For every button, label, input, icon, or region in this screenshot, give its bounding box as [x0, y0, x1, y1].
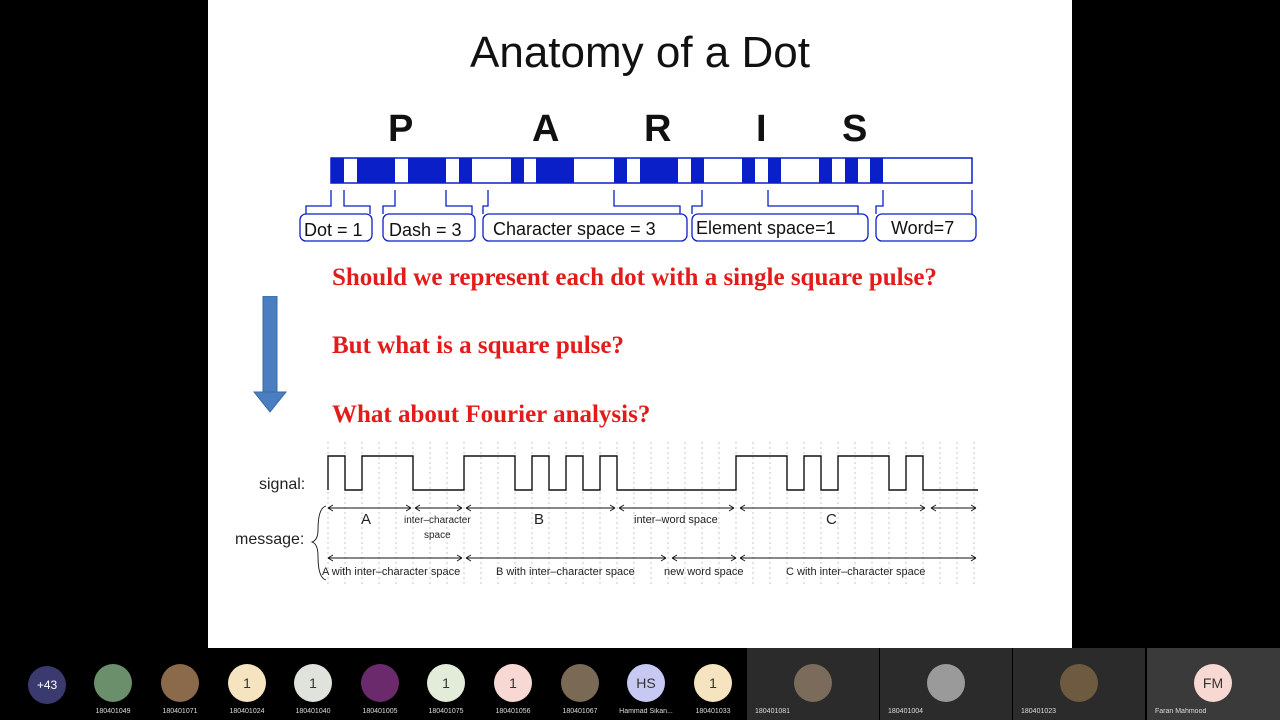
- participant-tile[interactable]: 1 180401075: [413, 664, 479, 715]
- presentation-slide: Anatomy of a Dot P A R I S Dot = 1 Dash …: [208, 0, 1072, 648]
- participant-name: 180401075: [428, 708, 464, 715]
- participant-tile[interactable]: 1 180401056: [480, 664, 546, 715]
- label-space: space: [424, 530, 451, 541]
- label-a-with-space: A with inter–character space: [322, 566, 461, 578]
- participant-name: Faran Mahmood: [1155, 708, 1207, 715]
- video-tile[interactable]: 180401081: [747, 648, 879, 720]
- label-new-word-space: new word space: [664, 566, 744, 578]
- avatar: 1: [427, 664, 465, 702]
- avatar: HS: [627, 664, 665, 702]
- participant-name: 180401056: [495, 708, 531, 715]
- more-participants-button[interactable]: +43: [14, 666, 80, 704]
- participant-tile[interactable]: 180401005: [347, 664, 413, 715]
- avatar: FM: [1194, 664, 1232, 702]
- participant-name: 180401040: [295, 708, 331, 715]
- signal-timing-diagram: [310, 442, 978, 585]
- participant-name: Hammad Sikan...: [619, 708, 673, 715]
- participant-name: 180401033: [695, 708, 731, 715]
- more-count-badge: +43: [28, 666, 66, 704]
- avatar: [794, 664, 832, 702]
- label-c: C: [826, 511, 837, 528]
- avatar: [361, 664, 399, 702]
- avatar: 1: [294, 664, 332, 702]
- avatar: [927, 664, 965, 702]
- participant-name: 180401023: [1021, 708, 1057, 715]
- avatar: [561, 664, 599, 702]
- participant-tile[interactable]: 1 180401033: [680, 664, 746, 715]
- label-inter-character: inter–character: [404, 515, 471, 526]
- participant-name: 180401067: [562, 708, 598, 715]
- avatar: 1: [694, 664, 732, 702]
- avatar: 1: [494, 664, 532, 702]
- avatar: 1: [228, 664, 266, 702]
- participant-tile[interactable]: 180401049: [80, 664, 146, 715]
- participant-tile[interactable]: 1 180401024: [214, 664, 280, 715]
- participant-name: 180401005: [362, 708, 398, 715]
- label-b-with-space: B with inter–character space: [496, 566, 635, 578]
- signal-label: signal:: [259, 476, 306, 493]
- avatar: [161, 664, 199, 702]
- label-a: A: [361, 511, 372, 528]
- label-b: B: [534, 511, 545, 528]
- video-tile-self[interactable]: FM Faran Mahmood: [1147, 648, 1280, 720]
- label-inter-word-space: inter–word space: [634, 514, 718, 526]
- video-tile[interactable]: 180401004: [880, 648, 1012, 720]
- participant-name: 180401024: [229, 708, 265, 715]
- video-tile[interactable]: 180401023: [1013, 648, 1145, 720]
- participant-tile[interactable]: 1 180401040: [280, 664, 346, 715]
- participant-tile[interactable]: 180401067: [547, 664, 613, 715]
- label-c-with-space: C with inter–character space: [786, 566, 926, 578]
- participant-name: 180401071: [162, 708, 198, 715]
- participant-tile[interactable]: 180401071: [147, 664, 213, 715]
- participant-name: 180401004: [888, 708, 924, 715]
- participant-name: 180401081: [755, 708, 791, 715]
- participant-tile[interactable]: HS Hammad Sikan...: [613, 664, 679, 715]
- avatar: [94, 664, 132, 702]
- message-label: message:: [235, 531, 305, 548]
- participant-name: 180401049: [95, 708, 131, 715]
- avatar: [1060, 664, 1098, 702]
